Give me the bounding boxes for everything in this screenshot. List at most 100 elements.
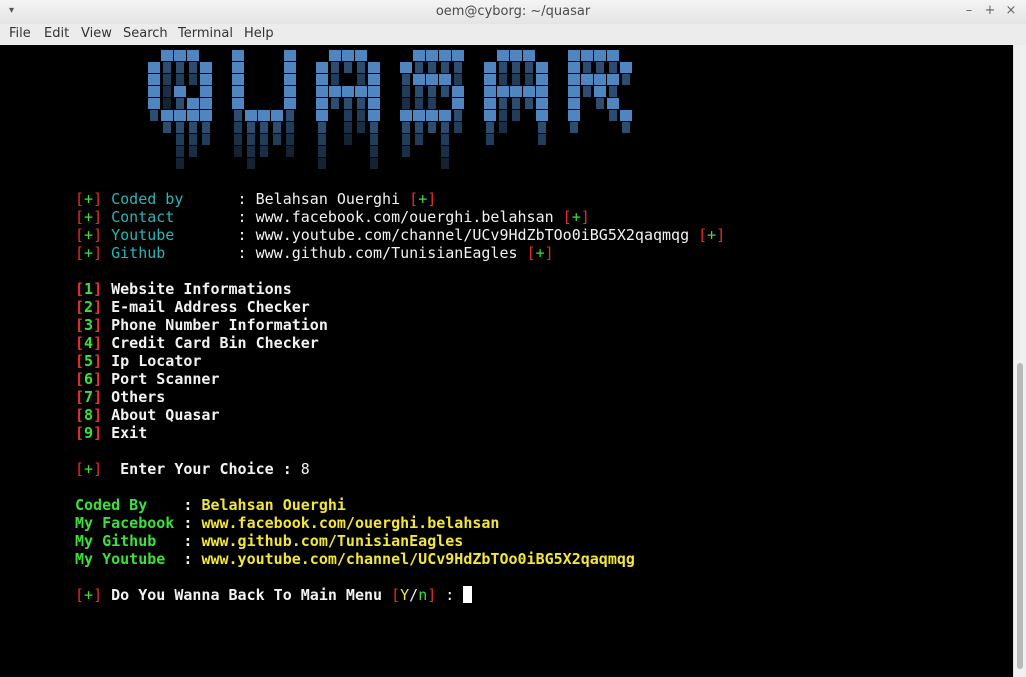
about-line: My Github : www.github.com/TunisianEagle… [75, 532, 464, 550]
banner-drip [344, 62, 352, 73]
banner-drip [596, 98, 604, 109]
banner-pixel [439, 110, 451, 121]
banner-pixel [232, 50, 244, 61]
banner-drip [234, 122, 242, 133]
yes-option: Y [400, 586, 410, 604]
back-prompt-label: Do You Wanna Back To Main Menu [111, 586, 383, 604]
banner-pixel [148, 62, 160, 73]
banner-drip [428, 62, 436, 73]
banner-drip [441, 134, 449, 145]
banner-pixel [161, 110, 173, 121]
banner-drip [286, 146, 294, 157]
banner-pixel [568, 110, 580, 121]
banner-drip [402, 98, 410, 109]
banner-drip [202, 122, 210, 133]
banner-pixel [148, 98, 160, 109]
banner-drip [538, 134, 546, 145]
banner-drip [583, 86, 591, 97]
banner-drip [441, 146, 449, 157]
banner-pixel [200, 86, 212, 97]
banner-pixel [342, 50, 354, 61]
banner-drip [428, 86, 436, 97]
menu-view[interactable]: View [81, 26, 112, 41]
banner-drip [344, 122, 352, 133]
banner-drip [370, 122, 378, 133]
banner-pixel [271, 110, 283, 121]
menu-edit[interactable]: Edit [44, 26, 69, 41]
banner-drip [234, 110, 242, 121]
menu-help[interactable]: Help [244, 26, 274, 41]
banner-pixel [607, 98, 619, 109]
banner-drip [402, 86, 410, 97]
banner-pixel [568, 98, 580, 109]
scrollbar[interactable] [1013, 45, 1026, 677]
banner-pixel [620, 62, 632, 73]
menu-option-label: Port Scanner [111, 370, 220, 388]
banner-drip [499, 98, 507, 109]
banner-drip [163, 122, 171, 133]
banner-drip [486, 122, 494, 133]
banner-pixel [245, 110, 257, 121]
banner-drip [247, 134, 255, 145]
banner-pixel [316, 110, 328, 121]
banner-pixel [174, 86, 186, 97]
banner-pixel [400, 62, 412, 73]
about-value: www.youtube.com/channel/UCv9HdZbTOo0iBG5… [201, 550, 635, 568]
menu-option-label: Exit [111, 424, 148, 442]
banner-drip [202, 134, 210, 145]
banner-drip [415, 122, 423, 133]
banner-pixel [484, 74, 496, 85]
maximize-button[interactable]: + [982, 3, 998, 18]
scrollbar-thumb[interactable] [1017, 363, 1023, 669]
banner-pixel [316, 62, 328, 73]
banner-drip [499, 122, 507, 133]
banner-drip [525, 62, 533, 73]
banner-drip [176, 122, 184, 133]
banner-pixel [200, 98, 212, 109]
banner-pixel [284, 62, 296, 73]
banner-drip [441, 86, 449, 97]
banner-drip [318, 158, 326, 169]
banner-drip [150, 110, 158, 121]
terminal-cursor[interactable] [463, 586, 473, 603]
menu-file[interactable]: File [9, 26, 31, 41]
banner-pixel [316, 86, 328, 97]
banner-drip [273, 122, 281, 133]
banner-pixel [484, 62, 496, 73]
banner-drip [415, 134, 423, 145]
banner-drip [260, 122, 268, 133]
banner-drip [163, 62, 171, 73]
banner-pixel [426, 74, 438, 85]
banner-drip [499, 62, 507, 73]
banner-drip [402, 122, 410, 133]
credit-label: Github [111, 244, 166, 262]
close-button[interactable]: × [1003, 3, 1019, 18]
banner-pixel [258, 110, 270, 121]
menu-option-label: E-mail Address Checker [111, 298, 310, 316]
menu-option: [4] Credit Card Bin Checker [75, 334, 319, 352]
banner-pixel [426, 110, 438, 121]
banner-pixel [439, 74, 451, 85]
banner-drip [318, 122, 326, 133]
banner-drip [357, 122, 365, 133]
banner-drip [234, 134, 242, 145]
banner-drip [415, 86, 423, 97]
menu-option: [2] E-mail Address Checker [75, 298, 310, 316]
banner-drip [370, 146, 378, 157]
no-option: n [418, 586, 428, 604]
menu-terminal[interactable]: Terminal [178, 26, 233, 41]
banner-drip [357, 74, 365, 85]
banner-pixel [536, 110, 548, 121]
terminal-output[interactable]: [+] Coded by : Belahsan Ouerghi [+] [+] … [0, 45, 1013, 677]
credit-value: www.github.com/TunisianEagles [255, 244, 518, 262]
about-line: My Facebook : www.facebook.com/ouerghi.b… [75, 514, 500, 532]
banner-drip [247, 122, 255, 133]
menu-search[interactable]: Search [123, 26, 168, 41]
banner-pixel [568, 74, 580, 85]
banner-drip [370, 158, 378, 169]
about-value: www.facebook.com/ouerghi.belahsan [201, 514, 500, 532]
banner-pixel [620, 110, 632, 121]
banner-drip [512, 62, 520, 73]
minimize-button[interactable]: – [961, 3, 977, 18]
banner-pixel [355, 86, 367, 97]
